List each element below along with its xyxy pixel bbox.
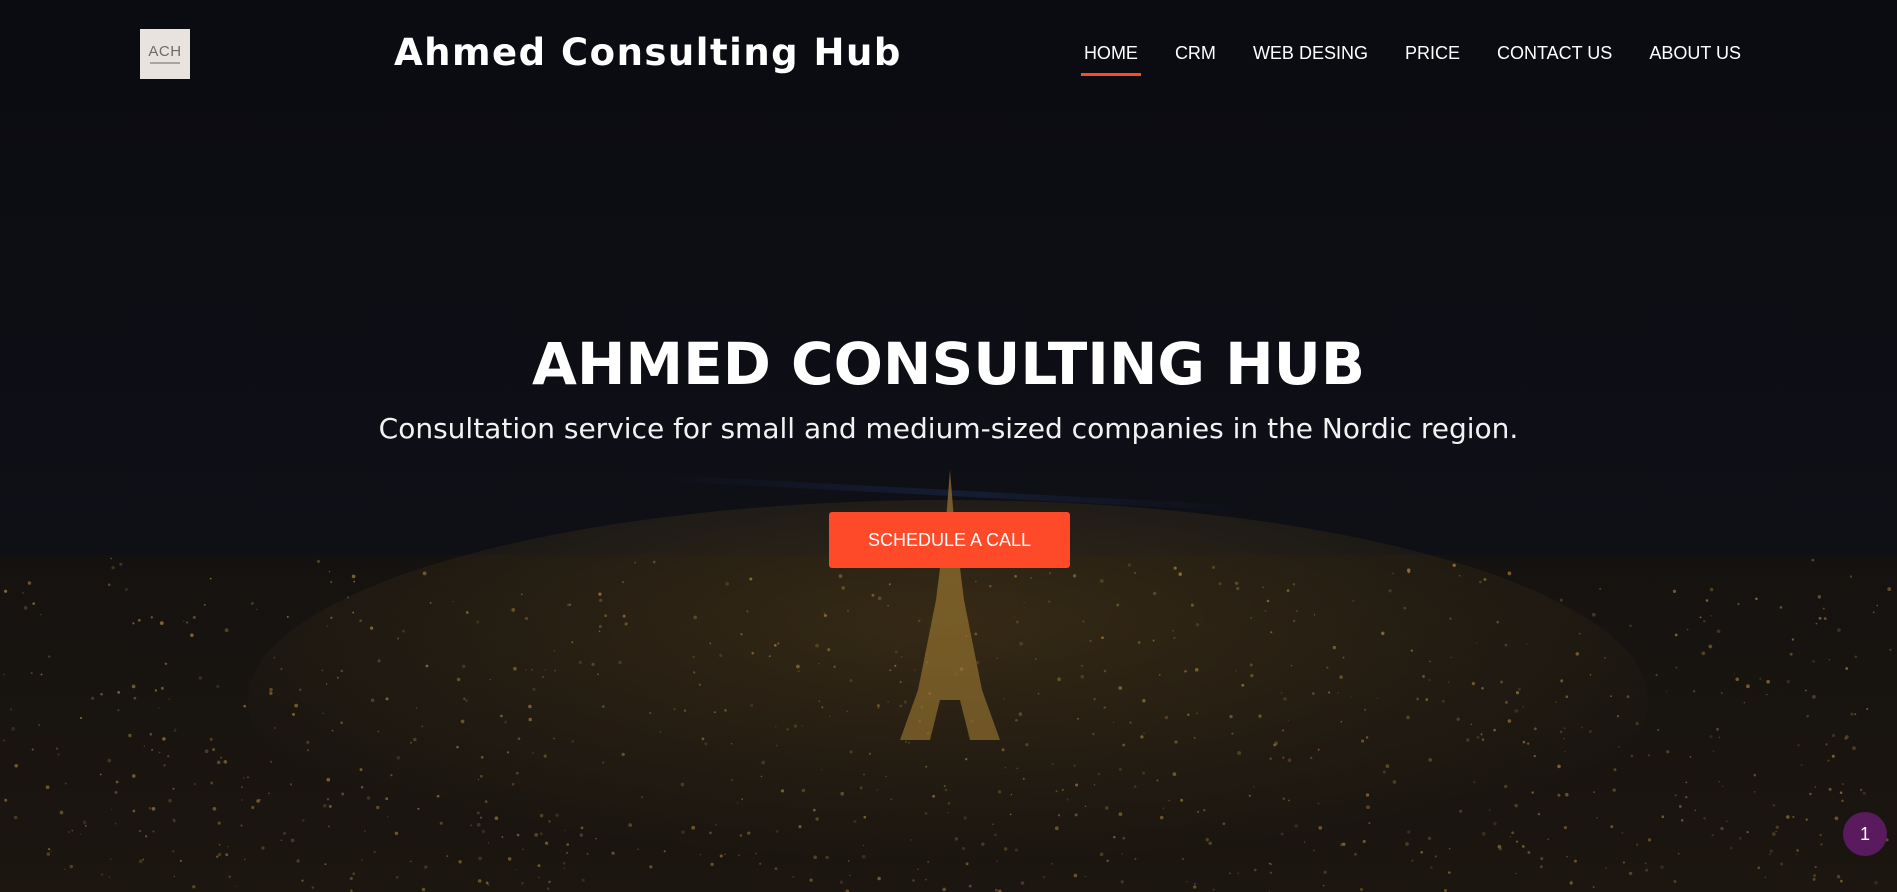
nav-home[interactable]: HOME: [1080, 43, 1141, 76]
nav-about-us[interactable]: ABOUT US: [1649, 43, 1741, 74]
hero-title: AHMED CONSULTING HUB: [531, 330, 1366, 398]
logo-text: ACH: [148, 43, 182, 60]
hero-background-image: [0, 0, 1897, 892]
site-logo[interactable]: ACH: [140, 29, 190, 79]
schedule-call-button[interactable]: SCHEDULE A CALL: [829, 512, 1070, 568]
logo-underline: [150, 62, 180, 64]
notification-badge[interactable]: 1: [1843, 812, 1887, 856]
nav-price[interactable]: PRICE: [1405, 43, 1460, 74]
nav-web-design[interactable]: WEB DESING: [1253, 43, 1368, 74]
hero-subtitle: Consultation service for small and mediu…: [378, 412, 1519, 445]
site-title[interactable]: Ahmed Consulting Hub: [394, 31, 902, 74]
site-header: ACH Ahmed Consulting Hub HOME CRM WEB DE…: [0, 3, 1897, 103]
main-navigation: HOME CRM WEB DESING PRICE CONTACT US ABO…: [1047, 43, 1741, 76]
nav-crm[interactable]: CRM: [1175, 43, 1216, 74]
landing-page: ACH Ahmed Consulting Hub HOME CRM WEB DE…: [0, 0, 1897, 892]
nav-contact-us[interactable]: CONTACT US: [1497, 43, 1612, 74]
